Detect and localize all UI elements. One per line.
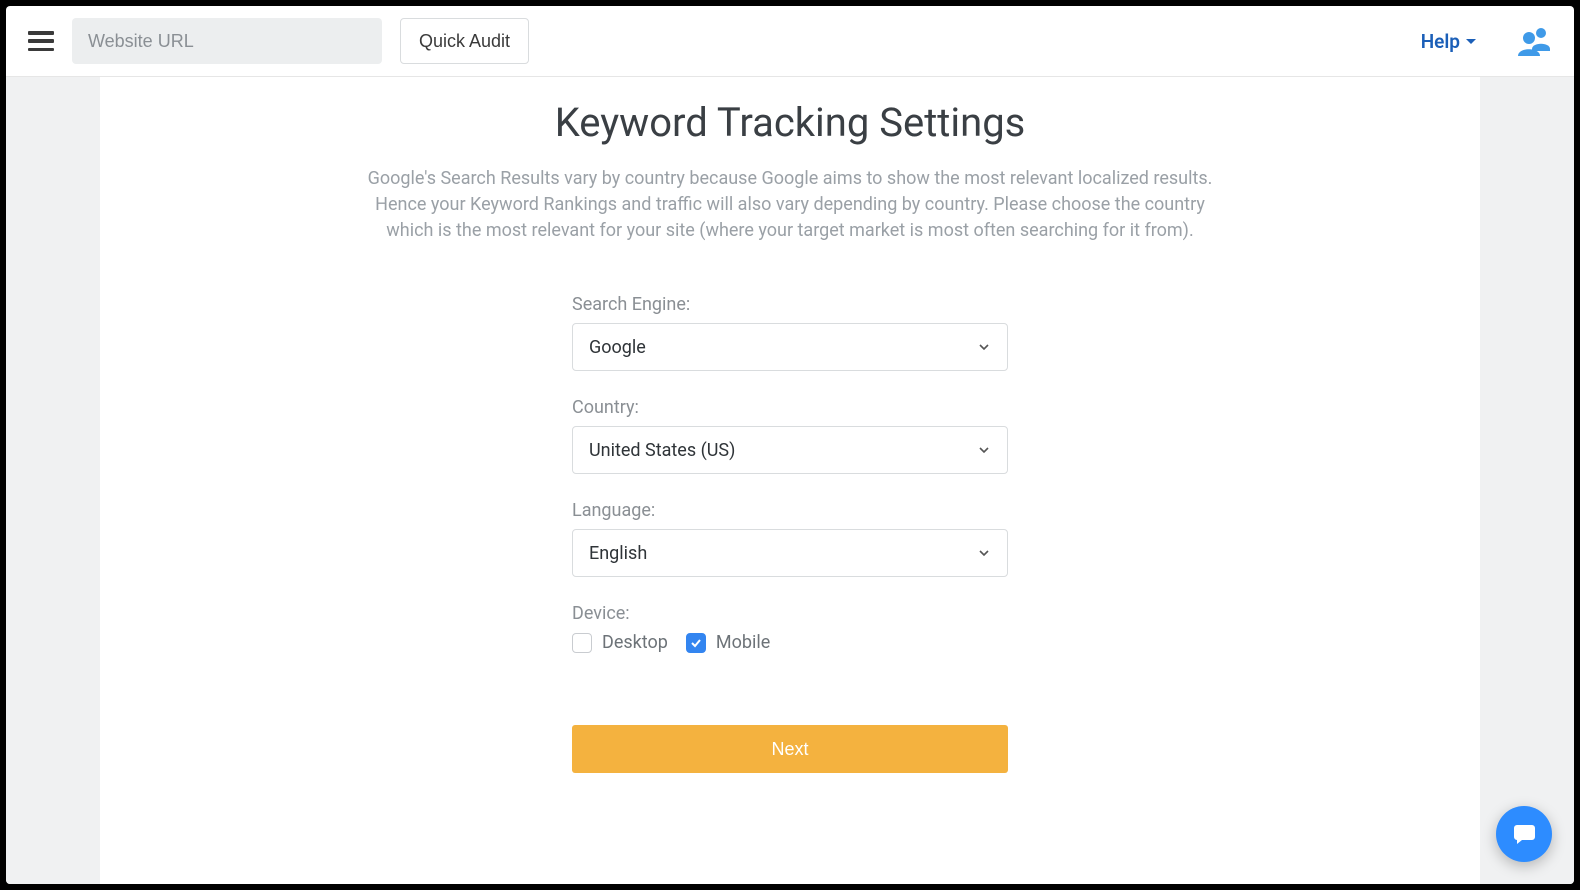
content-panel: Keyword Tracking Settings Google's Searc… xyxy=(100,77,1480,884)
website-url-input[interactable] xyxy=(72,18,382,64)
help-dropdown[interactable]: Help xyxy=(1421,30,1476,53)
field-device: Device: Desktop Mobile xyxy=(572,603,1008,653)
device-label: Device: xyxy=(572,603,1008,624)
menu-icon[interactable] xyxy=(28,31,54,51)
device-options: Desktop Mobile xyxy=(572,632,1008,653)
language-select[interactable]: English xyxy=(572,529,1008,577)
field-language: Language: English xyxy=(572,500,1008,577)
help-label: Help xyxy=(1421,30,1460,53)
device-mobile-option: Mobile xyxy=(686,632,770,653)
chevron-down-icon xyxy=(977,546,991,560)
country-value: United States (US) xyxy=(589,440,735,461)
next-button[interactable]: Next xyxy=(572,725,1008,773)
page-subtitle: Google's Search Results vary by country … xyxy=(355,166,1225,244)
chevron-down-icon xyxy=(977,340,991,354)
app-frame: Quick Audit Help Keyword Tracking Settin… xyxy=(6,6,1574,884)
user-icon[interactable] xyxy=(1518,26,1552,56)
language-value: English xyxy=(589,543,647,564)
field-search-engine: Search Engine: Google xyxy=(572,294,1008,371)
search-engine-select[interactable]: Google xyxy=(572,323,1008,371)
quick-audit-button[interactable]: Quick Audit xyxy=(400,18,529,64)
search-engine-label: Search Engine: xyxy=(572,294,1008,315)
device-desktop-option: Desktop xyxy=(572,632,668,653)
caret-down-icon xyxy=(1466,39,1476,44)
content-wrap: Keyword Tracking Settings Google's Searc… xyxy=(6,77,1574,884)
desktop-label: Desktop xyxy=(602,632,668,653)
mobile-checkbox[interactable] xyxy=(686,633,706,653)
mobile-label: Mobile xyxy=(716,632,770,653)
desktop-checkbox[interactable] xyxy=(572,633,592,653)
country-label: Country: xyxy=(572,397,1008,418)
page-title: Keyword Tracking Settings xyxy=(140,99,1440,146)
topbar: Quick Audit Help xyxy=(6,6,1574,77)
field-country: Country: United States (US) xyxy=(572,397,1008,474)
search-engine-value: Google xyxy=(589,337,646,358)
chevron-down-icon xyxy=(977,443,991,457)
country-select[interactable]: United States (US) xyxy=(572,426,1008,474)
chat-widget-icon[interactable] xyxy=(1496,806,1552,862)
settings-form: Search Engine: Google Country: United St… xyxy=(572,294,1008,773)
language-label: Language: xyxy=(572,500,1008,521)
